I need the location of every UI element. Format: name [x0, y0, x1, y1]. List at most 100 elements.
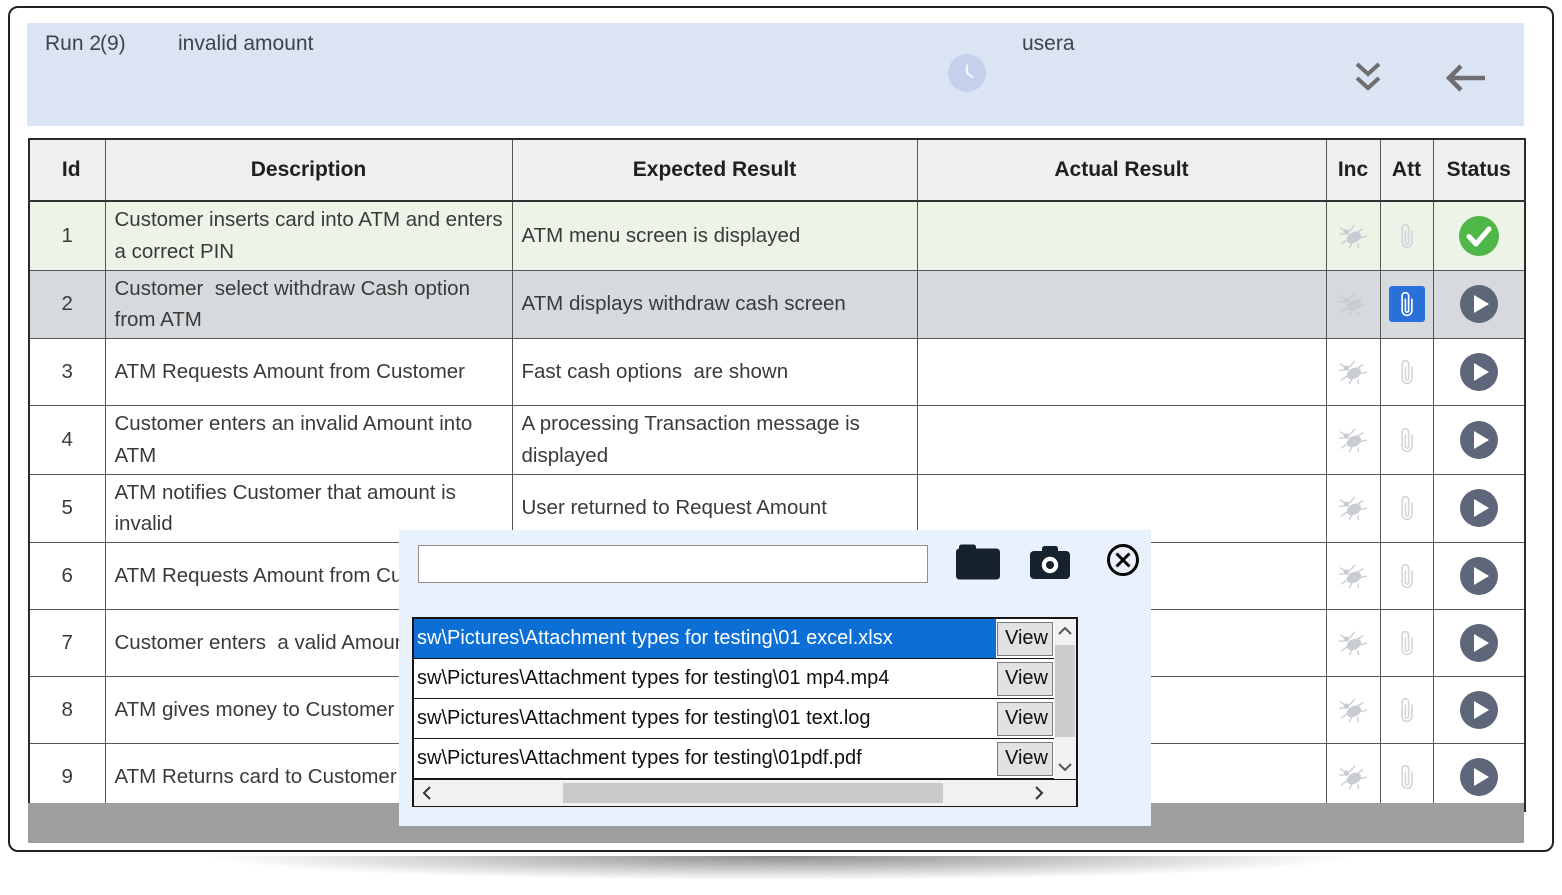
- paperclip-icon: [1394, 357, 1420, 387]
- attachments-list: sw\Pictures\Attachment types for testing…: [412, 617, 1078, 807]
- status-button[interactable]: [1459, 352, 1499, 392]
- attachments-rows: sw\Pictures\Attachment types for testing…: [414, 619, 1076, 779]
- attachment-button[interactable]: [1389, 558, 1425, 594]
- attachment-button[interactable]: [1389, 286, 1425, 322]
- attachment-row[interactable]: sw\Pictures\Attachment types for testing…: [414, 699, 1076, 739]
- status-button[interactable]: [1459, 757, 1499, 797]
- attachment-button[interactable]: [1389, 692, 1425, 728]
- incident-button[interactable]: [1338, 291, 1368, 317]
- view-button[interactable]: View: [997, 662, 1053, 696]
- incident-button[interactable]: [1338, 359, 1368, 385]
- bug-icon: [1338, 563, 1368, 589]
- scroll-right-button[interactable]: [1028, 781, 1050, 805]
- paperclip-icon: [1394, 628, 1420, 658]
- incident-button[interactable]: [1338, 495, 1368, 521]
- incident-button[interactable]: [1338, 563, 1368, 589]
- step-id: 5: [29, 474, 105, 543]
- paperclip-icon: [1394, 762, 1420, 792]
- attachment-row[interactable]: sw\Pictures\Attachment types for testing…: [414, 619, 1076, 659]
- bug-icon: [1338, 495, 1368, 521]
- step-id: 9: [29, 744, 105, 811]
- attachment-button[interactable]: [1389, 422, 1425, 458]
- view-button[interactable]: View: [997, 742, 1053, 776]
- incident-button[interactable]: [1338, 697, 1368, 723]
- status-button[interactable]: [1459, 420, 1499, 460]
- back-button[interactable]: [1443, 61, 1489, 95]
- play-icon: [1459, 623, 1499, 663]
- horizontal-scroll-thumb[interactable]: [563, 783, 943, 803]
- attachment-button[interactable]: [1389, 759, 1425, 795]
- table-row[interactable]: 3 ATM Requests Amount from Customer Fast…: [29, 339, 1525, 406]
- status-button[interactable]: [1459, 623, 1499, 663]
- attachment-button[interactable]: [1389, 218, 1425, 254]
- status-button[interactable]: [1459, 284, 1499, 324]
- column-actual-result: Actual Result: [917, 139, 1326, 201]
- double-chevron-down-icon: [1352, 60, 1384, 94]
- column-inc: Inc: [1326, 139, 1380, 201]
- vertical-scroll-thumb[interactable]: [1055, 645, 1075, 737]
- attachment-button[interactable]: [1389, 625, 1425, 661]
- scroll-down-button[interactable]: [1054, 755, 1076, 779]
- paperclip-icon: [1394, 289, 1420, 319]
- table-header-row: Id Description Expected Result Actual Re…: [29, 139, 1525, 201]
- step-id: 7: [29, 610, 105, 677]
- play-icon: [1459, 420, 1499, 460]
- attachment-comment-input[interactable]: [418, 545, 928, 583]
- paperclip-icon: [1394, 221, 1420, 251]
- run-label: Run 2: [45, 32, 101, 56]
- step-id: 2: [29, 270, 105, 339]
- step-expected-result: ATM displays withdraw cash screen: [512, 270, 917, 339]
- timer-icon: [948, 54, 986, 92]
- bug-icon: [1338, 697, 1368, 723]
- table-row[interactable]: 4 Customer enters an invalid Amount into…: [29, 406, 1525, 475]
- attachment-row[interactable]: sw\Pictures\Attachment types for testing…: [414, 659, 1076, 699]
- collapse-all-button[interactable]: [1351, 59, 1385, 95]
- folder-icon: [953, 543, 1003, 581]
- screenshot-button[interactable]: [1027, 544, 1073, 582]
- app-window: Run 2 (9) invalid amount usera: [8, 6, 1554, 852]
- step-description: ATM Requests Amount from Customer: [105, 339, 512, 406]
- bug-icon: [1338, 630, 1368, 656]
- attachment-button[interactable]: [1389, 354, 1425, 390]
- attachment-button[interactable]: [1389, 490, 1425, 526]
- step-id: 1: [29, 201, 105, 270]
- vertical-scrollbar[interactable]: [1054, 619, 1076, 779]
- step-id: 4: [29, 406, 105, 475]
- camera-icon: [1028, 545, 1072, 581]
- chevron-left-icon: [422, 786, 432, 800]
- table-row[interactable]: 1 Customer inserts card into ATM and ent…: [29, 201, 1525, 270]
- table-row[interactable]: 2 Customer select withdraw Cash option f…: [29, 270, 1525, 339]
- browse-files-button[interactable]: [952, 542, 1004, 582]
- incident-button[interactable]: [1338, 764, 1368, 790]
- attachment-row[interactable]: sw\Pictures\Attachment types for testing…: [414, 739, 1076, 779]
- incident-button[interactable]: [1338, 223, 1368, 249]
- step-description: Customer inserts card into ATM and enter…: [105, 201, 512, 270]
- status-button[interactable]: [1459, 556, 1499, 596]
- status-button[interactable]: [1459, 488, 1499, 528]
- attachment-path: sw\Pictures\Attachment types for testing…: [414, 739, 996, 778]
- scroll-left-button[interactable]: [416, 781, 438, 805]
- incident-button[interactable]: [1338, 427, 1368, 453]
- column-id: Id: [29, 139, 105, 201]
- view-button[interactable]: View: [997, 622, 1053, 656]
- close-dialog-button[interactable]: [1104, 541, 1142, 579]
- incident-button[interactable]: [1338, 630, 1368, 656]
- status-button[interactable]: [1459, 690, 1499, 730]
- play-icon: [1459, 556, 1499, 596]
- play-icon: [1459, 690, 1499, 730]
- play-icon: [1459, 757, 1499, 797]
- step-id: 3: [29, 339, 105, 406]
- run-name: invalid amount: [178, 32, 313, 56]
- chevron-right-icon: [1034, 786, 1044, 800]
- paperclip-icon: [1394, 561, 1420, 591]
- paperclip-icon: [1394, 425, 1420, 455]
- play-icon: [1459, 488, 1499, 528]
- bug-icon: [1338, 359, 1368, 385]
- chevron-down-icon: [1058, 762, 1072, 772]
- view-button[interactable]: View: [997, 702, 1053, 736]
- attachment-path: sw\Pictures\Attachment types for testing…: [414, 659, 996, 698]
- scroll-up-button[interactable]: [1054, 619, 1076, 643]
- status-button[interactable]: [1458, 215, 1500, 257]
- paperclip-icon: [1394, 493, 1420, 523]
- horizontal-scrollbar[interactable]: [414, 779, 1076, 806]
